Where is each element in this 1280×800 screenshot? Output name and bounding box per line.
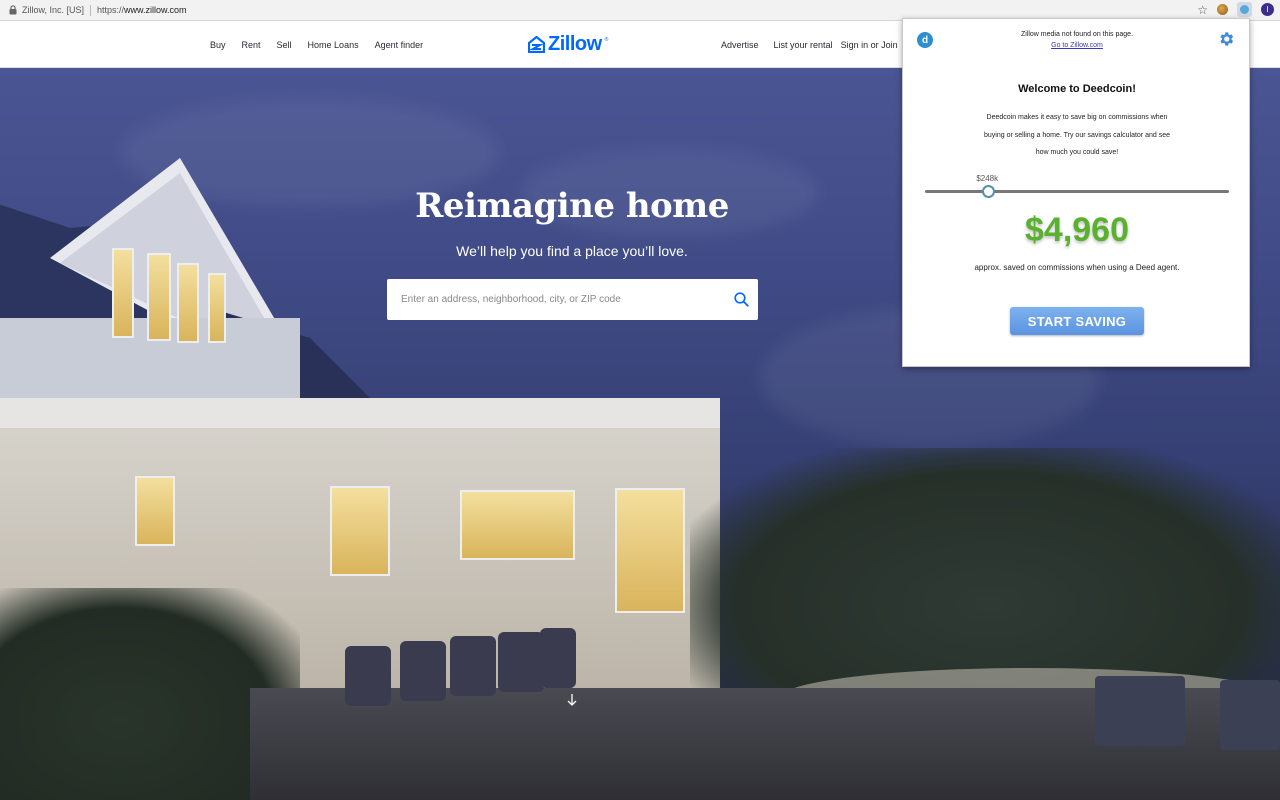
upstairs-window	[208, 273, 226, 343]
address-bar[interactable]: https://www.zillow.com	[97, 5, 187, 15]
nav-advertise[interactable]: Advertise	[721, 40, 759, 50]
deedcoin-popup: d Zillow media not found on this page. G…	[902, 18, 1250, 367]
savings-amount: $4,960	[1025, 211, 1129, 249]
bench-cushions	[340, 628, 580, 716]
go-to-zillow-link[interactable]: Go to Zillow.com	[1051, 42, 1103, 49]
deedcoin-extension-icon[interactable]	[1237, 2, 1252, 17]
search-icon[interactable]	[734, 292, 749, 307]
nav-agent-finder[interactable]: Agent finder	[375, 40, 424, 50]
porch-window	[135, 476, 175, 546]
bookmark-star-icon[interactable]: ☆	[1197, 3, 1208, 17]
signin-group: Sign in or Join	[841, 40, 898, 50]
nav-buy[interactable]: Buy	[210, 40, 226, 50]
url-scheme: https://	[97, 5, 125, 15]
secondary-nav: Advertise List your rental Sign in or Jo…	[721, 40, 898, 50]
cushion	[400, 641, 446, 701]
savings-caption: approx. saved on commissions when using …	[974, 263, 1180, 272]
search-box	[387, 279, 758, 320]
porch-window	[460, 490, 575, 560]
start-saving-button[interactable]: START SAVING	[1010, 307, 1144, 335]
slider-value-label: $248k	[976, 174, 999, 183]
deck-chair	[1220, 680, 1280, 750]
cushion	[498, 632, 544, 692]
deck-chair	[1095, 676, 1185, 746]
url-host: www.zillow.com	[124, 5, 187, 15]
primary-nav: Buy Rent Sell Home Loans Agent finder	[210, 40, 423, 50]
nav-list-your-rental[interactable]: List your rental	[774, 40, 833, 50]
site-identity[interactable]: Zillow, Inc. [US]	[22, 5, 84, 15]
notice-text: Zillow media not found on this page.	[1020, 31, 1134, 38]
porch-window	[330, 486, 390, 576]
home-price-slider[interactable]	[925, 190, 1229, 193]
scroll-down-arrow-icon[interactable]	[565, 693, 579, 707]
upstairs-window	[147, 253, 171, 341]
cushion	[345, 646, 391, 706]
welcome-heading: Welcome to Deedcoin!	[1018, 83, 1136, 95]
porch-window	[615, 488, 685, 613]
nav-join[interactable]: Join	[881, 40, 898, 50]
cookie-extension-icon[interactable]	[1217, 4, 1228, 15]
registered-mark: ®	[604, 37, 609, 43]
toolbar-actions: ☆ I	[1197, 2, 1274, 17]
cushion	[450, 636, 496, 696]
upstairs-window	[177, 263, 199, 343]
porch-roof	[0, 398, 720, 428]
upstairs-window	[112, 248, 134, 338]
logo-wordmark: Zillow	[548, 33, 602, 55]
nav-sign-in[interactable]: Sign in	[841, 40, 869, 50]
nav-rent[interactable]: Rent	[242, 40, 261, 50]
address-divider	[90, 4, 92, 16]
deedcoin-extension-dot	[1240, 5, 1249, 14]
search-input[interactable]	[401, 294, 711, 305]
zillow-house-icon	[528, 36, 545, 53]
popup-notice: Zillow media not found on this page. Go …	[903, 29, 1251, 51]
gear-icon[interactable]	[1217, 30, 1235, 48]
lock-icon	[9, 5, 18, 15]
zillow-logo[interactable]: Zillow ®	[528, 33, 608, 56]
cushion	[540, 628, 576, 688]
nav-or: or	[870, 40, 879, 50]
popup-description: Deedcoin makes it easy to save big on co…	[984, 114, 1170, 156]
nav-home-loans[interactable]: Home Loans	[308, 40, 359, 50]
profile-avatar[interactable]: I	[1261, 3, 1274, 16]
slider-thumb[interactable]	[982, 185, 996, 198]
nav-sell[interactable]: Sell	[277, 40, 292, 50]
